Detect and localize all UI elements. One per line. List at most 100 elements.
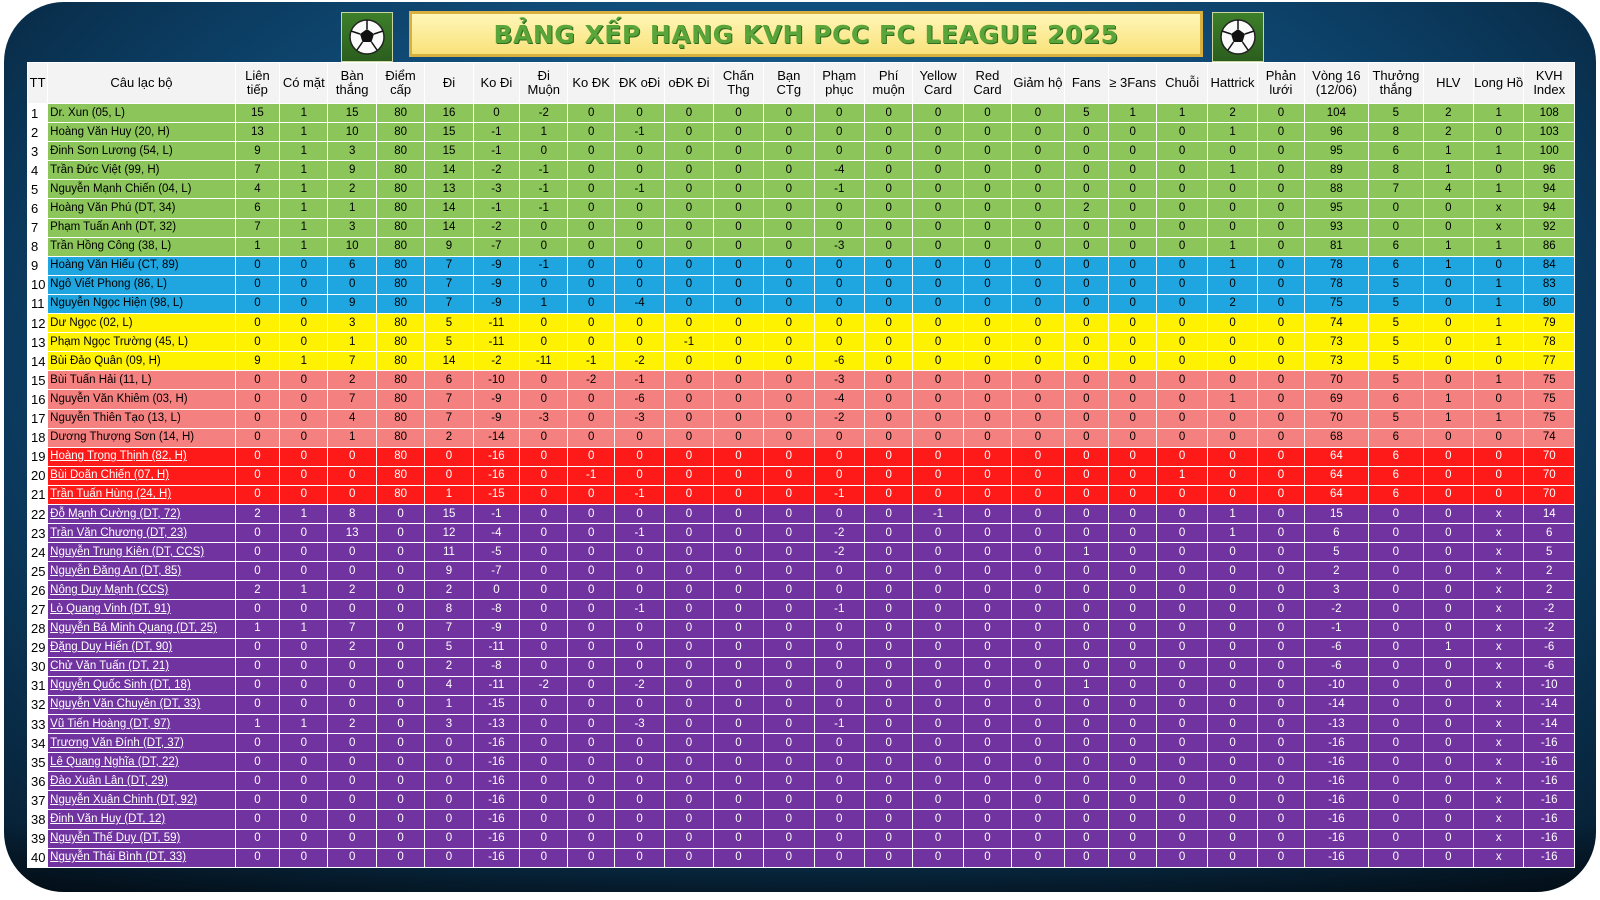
stat-cell: 1 [279, 179, 329, 200]
stat-cell: 0 [519, 313, 569, 334]
stat-cell: 0 [613, 656, 666, 677]
stat-cell: 0 [279, 752, 329, 773]
club-name-cell: Nguyễn Thái Bình (DT, 33) [47, 847, 236, 868]
stat-cell: 0 [1156, 694, 1208, 716]
stat-cell: 0 [279, 790, 329, 811]
stat-cell: 1 [1473, 102, 1525, 124]
stat-cell: 0 [664, 427, 714, 448]
stat-cell: 0 [519, 713, 569, 735]
stat-cell: 0 [1063, 351, 1109, 372]
stat-cell: 0 [763, 102, 815, 124]
stat-cell: -6 [1303, 637, 1370, 658]
stat-cell: 0 [1011, 389, 1065, 410]
stat-cell: 80 [375, 313, 426, 334]
stat-cell: 0 [1063, 561, 1109, 582]
stat-cell: x [1473, 217, 1525, 238]
table-row: 8 Trần Hồng Công (38, L) 1 1 10 80 9 -7 0 0 0 0 0 0 -3… [26, 236, 1575, 257]
stat-cell: 78 [1303, 255, 1370, 276]
stat-cell: -1 [813, 599, 865, 620]
stat-cell: 0 [519, 561, 569, 582]
stat-cell: 1 [424, 484, 474, 505]
stat-cell: 1 [1473, 236, 1525, 257]
stat-cell: 0 [912, 599, 964, 620]
stat-cell: 0 [519, 503, 569, 525]
stat-cell: 0 [1156, 503, 1208, 525]
stat-cell: 1 [327, 427, 377, 448]
stat-cell: 0 [1473, 484, 1525, 505]
stat-cell: 0 [1011, 465, 1065, 486]
rank-cell: 15 [26, 370, 49, 391]
stat-cell: 0 [1011, 733, 1065, 754]
stat-cell: 0 [1257, 771, 1305, 792]
stat-cell: 6 [424, 370, 474, 391]
stat-cell: 7 [424, 255, 474, 276]
stat-cell: 0 [863, 122, 914, 143]
stat-cell: 0 [1063, 179, 1109, 200]
table-row: 12 Dư Ngọc (02, L) 0 0 3 80 5 -11 0 0 0 0 0 0 0 0 0 0 0 0 0 0… [26, 313, 1575, 334]
stat-cell: 0 [1206, 484, 1259, 505]
stat-cell: 0 [1473, 389, 1525, 410]
stat-cell: 0 [567, 733, 615, 754]
stat-cell: 0 [1156, 656, 1208, 677]
club-name-cell: Nguyễn Bá Minh Quang (DT, 25) [47, 618, 236, 639]
stat-cell: 9 [327, 293, 377, 315]
stat-cell: -1 [472, 503, 521, 525]
stat-cell: 0 [863, 618, 914, 639]
stat-cell: 6 [1368, 141, 1424, 162]
stat-cell: 0 [712, 618, 765, 639]
stat-cell: 0 [712, 694, 765, 716]
stat-cell: -14 [1523, 713, 1575, 735]
rank-cell: 31 [26, 675, 49, 696]
stat-cell: 0 [613, 809, 666, 830]
stat-cell: 0 [1206, 446, 1259, 467]
stat-cell: -16 [1303, 733, 1370, 754]
stat-cell: 0 [1063, 694, 1109, 716]
stat-cell: 0 [567, 523, 615, 544]
stat-cell: 0 [664, 599, 714, 620]
stat-cell: 0 [1011, 713, 1065, 735]
stat-cell: 0 [279, 847, 329, 868]
stat-cell: 0 [1011, 198, 1065, 219]
stat-cell: 0 [1107, 427, 1158, 448]
stat-cell: 6 [1368, 427, 1424, 448]
club-name-cell: Nguyễn Văn Khiêm (03, H) [47, 389, 236, 410]
stat-cell: -1 [813, 179, 865, 200]
stat-cell: 0 [1063, 217, 1109, 238]
stat-cell: 0 [567, 236, 615, 257]
stat-cell: 1 [519, 122, 569, 143]
stat-cell: 0 [664, 542, 714, 563]
stat-cell: 0 [613, 752, 666, 773]
stat-cell: 0 [375, 752, 426, 773]
stat-cell: 0 [1107, 809, 1158, 830]
stat-cell: -2 [1523, 618, 1575, 639]
stat-cell: 2 [327, 179, 377, 200]
stat-cell: -3 [813, 236, 865, 257]
rank-cell: 37 [26, 790, 49, 811]
table-row: 16 Nguyễn Văn Khiêm (03, H) 0 0 7 80 7 -9 0 0 -6 0 0… [26, 389, 1575, 410]
column-header: Ko ĐK [567, 62, 615, 104]
stat-cell: 0 [763, 293, 815, 315]
stat-cell: 0 [863, 675, 914, 696]
stat-cell: 0 [763, 122, 815, 143]
column-header: Thưởng thắng [1368, 62, 1424, 104]
stat-cell: 0 [613, 274, 666, 295]
stat-cell: -9 [472, 255, 521, 276]
rank-cell: 36 [26, 771, 49, 792]
stat-cell: 80 [375, 370, 426, 391]
stat-cell: 0 [1011, 523, 1065, 544]
stat-cell: 0 [1206, 561, 1259, 582]
stat-cell: 0 [327, 733, 377, 754]
stat-cell: 0 [613, 828, 666, 849]
stat-cell: 0 [1368, 637, 1424, 658]
stat-cell: 0 [519, 427, 569, 448]
stat-cell: 6 [234, 198, 281, 219]
table-row: 5 Nguyễn Mạnh Chiến (04, L) 4 1 2 80 13 -3 -1 0 -1… [26, 179, 1575, 200]
stat-cell: 0 [1206, 542, 1259, 563]
stat-cell: 0 [863, 408, 914, 429]
stat-cell: 8 [424, 599, 474, 620]
table-row: 19 Hoàng Trọng Thịnh (82, H) 0 0 0 80 0 -16 0 0 0 0… [26, 446, 1575, 467]
stat-cell: 0 [613, 198, 666, 219]
stat-cell: 0 [962, 370, 1013, 391]
column-header: Phí muộn [863, 62, 914, 104]
stat-cell: 0 [1107, 274, 1158, 295]
